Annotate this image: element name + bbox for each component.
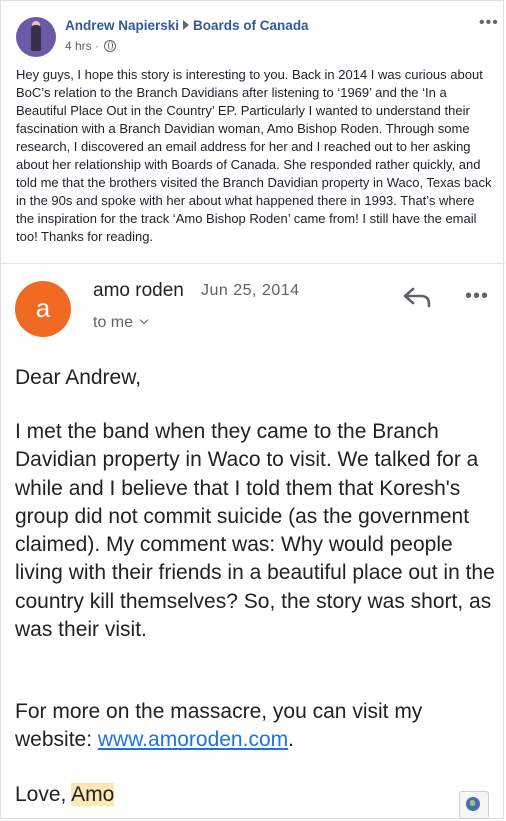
post-header: Andrew Napierski Boards of Canada	[65, 18, 309, 33]
reply-icon	[403, 287, 431, 308]
divider	[1, 263, 505, 264]
avatar-figure	[31, 25, 41, 51]
post-meta: 4 hrs ·	[65, 39, 117, 53]
translate-globe-button[interactable]	[459, 791, 489, 819]
recipient-line: to me	[93, 314, 149, 332]
sender-avatar: a	[15, 281, 71, 337]
email-date: Jun 25, 2014	[201, 282, 300, 299]
signoff-text: Love,	[15, 783, 72, 806]
more-options-icon[interactable]: •••	[479, 14, 499, 32]
website-link: www.amoroden.com	[97, 728, 289, 752]
privacy-globe-icon[interactable]	[104, 40, 117, 52]
globe-icon	[466, 797, 480, 811]
post-time[interactable]: 4 hrs	[65, 39, 92, 53]
chevron-down-icon	[139, 315, 149, 325]
group-name[interactable]: Boards of Canada	[193, 18, 309, 33]
signoff-name: Amo	[71, 783, 115, 806]
author-avatar[interactable]	[16, 17, 56, 57]
email-greeting: Dear Andrew,	[15, 366, 142, 389]
recipient-label: to me	[93, 314, 134, 331]
email-paragraph-1: I met the band when they came to the Bra…	[15, 420, 495, 642]
email-signoff: Love, Amo	[15, 781, 495, 809]
author-name[interactable]: Andrew Napierski	[65, 18, 179, 33]
sender-name: amo roden	[93, 280, 184, 301]
arrow-right-icon	[183, 20, 190, 30]
post-text: Hey guys, I hope this story is interesti…	[16, 67, 492, 244]
email-more-icon: •••	[465, 285, 490, 307]
paragraph-2-end: .	[288, 728, 294, 752]
email-paragraph-2: For more on the massacre, you can visit …	[15, 698, 495, 755]
facebook-post: Andrew Napierski Boards of Canada 4 hrs ·…	[0, 0, 505, 819]
